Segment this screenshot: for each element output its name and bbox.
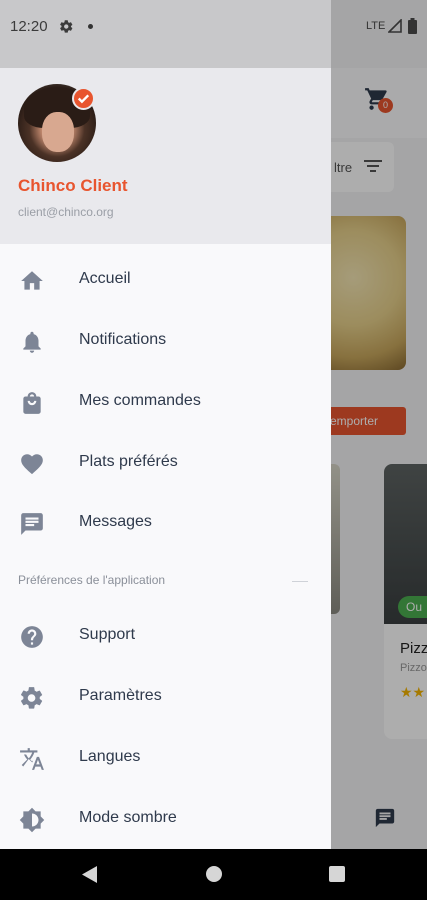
heart-icon [21,454,43,475]
verified-check-icon [72,87,95,110]
user-email: client@chinco.org [18,205,114,219]
bell-icon [23,331,41,353]
chat-icon [21,513,43,535]
menu-item-messages[interactable]: Messages [0,497,331,553]
menu-item-notifications[interactable]: Notifications [0,315,331,371]
menu-item-accueil[interactable]: Accueil [0,254,331,310]
user-name: Chinco Client [18,176,128,195]
recents-icon[interactable] [329,866,345,882]
menu-item-support[interactable]: Support [0,610,331,666]
menu-item-label: Accueil [79,270,131,287]
menu-item-langues[interactable]: Langues [0,732,331,788]
signal-icon [388,19,402,33]
avatar-face [42,112,74,152]
menu-item-label: Plats préférés [79,453,178,470]
menu-item-label: Langues [79,748,141,765]
menu-item-plats-preferes[interactable]: Plats préférés [0,437,331,493]
section-divider [292,581,308,582]
menu-item-label: Messages [79,513,152,530]
menu-item-parametres[interactable]: Paramètres [0,671,331,727]
status-bar: 12:20 LTE [0,0,427,56]
menu-item-mode-sombre[interactable]: Mode sombre [0,793,331,849]
menu-item-label: Support [79,626,136,643]
home-icon [21,271,43,290]
menu-item-label: Paramètres [79,687,162,704]
battery-icon [408,18,417,34]
back-icon[interactable] [82,866,98,883]
status-time: 12:20 [10,18,48,35]
translate-icon [20,748,44,770]
settings-notification-icon [60,20,73,33]
home-button-icon[interactable] [206,866,222,882]
notification-dot-icon [88,24,93,29]
brightness-icon [19,807,45,833]
help-icon [21,626,43,648]
menu-item-label: Mode sombre [79,809,177,826]
gear-icon [20,687,43,709]
menu-item-label: Mes commandes [79,392,201,409]
menu-item-mes-commandes[interactable]: Mes commandes [0,376,331,432]
shopping-bag-icon [23,392,41,414]
section-title: Préférences de l'application [18,573,166,587]
menu-item-label: Notifications [79,331,167,348]
network-label: LTE [366,20,386,32]
